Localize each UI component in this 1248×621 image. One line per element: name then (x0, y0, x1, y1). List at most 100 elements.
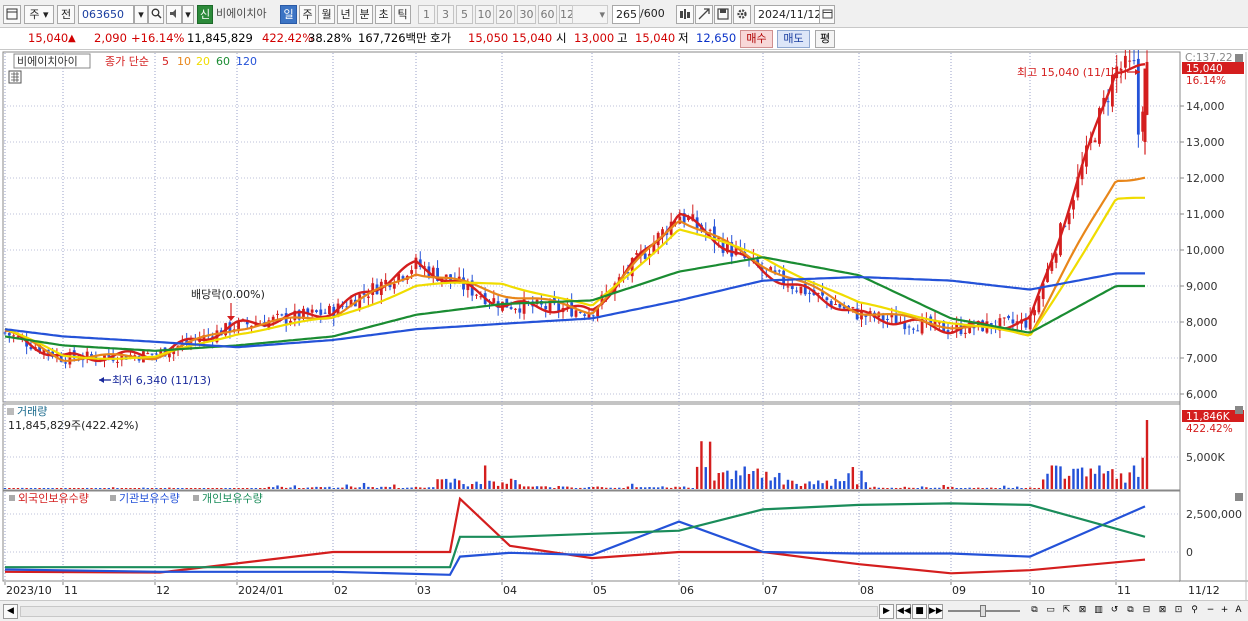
period-2-button[interactable]: 월 (318, 5, 335, 24)
period-0-button[interactable]: 일 (280, 5, 297, 24)
volume-bar (276, 485, 279, 489)
volume-bar (496, 485, 500, 489)
volume-bar (812, 484, 816, 489)
volume-bar (414, 487, 418, 489)
save-icon[interactable] (714, 5, 732, 24)
turnover-value: 38.28% (308, 31, 352, 45)
price-close-icon[interactable] (1235, 54, 1243, 62)
interval-5-button[interactable]: 5 (456, 5, 473, 24)
cascade-icon[interactable]: ⧉ (1027, 604, 1042, 619)
candle-body (1132, 60, 1136, 62)
scroll-left-icon[interactable]: ◀ (3, 604, 18, 619)
volume-bar (964, 488, 967, 489)
interval-1-button[interactable]: 1 (418, 5, 435, 24)
volume-bar (665, 487, 669, 489)
period-buttons: 일주월년분초틱 (280, 0, 415, 28)
calendar-icon[interactable] (819, 5, 835, 24)
interval-3-button[interactable]: 3 (437, 5, 454, 24)
gear-icon[interactable] (733, 5, 751, 24)
zoom-search-icon[interactable]: ⚲ (1187, 604, 1202, 619)
period-6-button[interactable]: 틱 (394, 5, 411, 24)
count-input[interactable]: 265 (612, 5, 640, 24)
volume-bar (159, 488, 162, 489)
rewind-icon[interactable]: ◀◀ (896, 604, 911, 619)
stock-chart[interactable]: 비에이치아이 종가 단순 5 10 20 60 120 최고 15,040 (11/12… (0, 50, 1248, 600)
period-1-button[interactable]: 주 (299, 5, 316, 24)
volume-bar (920, 486, 924, 489)
speaker-icon[interactable] (166, 5, 182, 24)
buy-button[interactable]: 매수 (740, 30, 773, 48)
period-4-button[interactable]: 분 (356, 5, 373, 24)
volume-bar (185, 488, 188, 489)
reset-icon[interactable]: ↺ (1107, 604, 1122, 619)
link-icon[interactable]: ⊠ (1155, 604, 1170, 619)
volume-bar (613, 487, 617, 489)
volume-bar (1076, 468, 1079, 489)
volume-bar (198, 488, 201, 489)
zoom-window-icon[interactable]: ▭ (1043, 604, 1058, 619)
ma-legend-60: 60 (216, 55, 230, 68)
period-5-button[interactable]: 초 (375, 5, 392, 24)
sell-button[interactable]: 매도 (777, 30, 810, 48)
volume-bar (341, 487, 344, 489)
scroll-track[interactable] (20, 606, 878, 617)
stop-icon[interactable]: ■ (912, 604, 927, 619)
play-icon[interactable]: ▶ (879, 604, 894, 619)
volume-bar (985, 487, 989, 489)
date-input[interactable]: 2024/11/12 (754, 5, 820, 24)
x-label: 11 (64, 584, 78, 597)
interval-60-button[interactable]: 60 (538, 5, 557, 24)
interval-custom-select[interactable]: ▾ (572, 5, 608, 24)
bar-chart-icon[interactable]: ▥ (1091, 604, 1106, 619)
dividend-annotation: 배당락(0.00%) (191, 288, 265, 301)
interval-30-button[interactable]: 30 (517, 5, 536, 24)
volume-bar (873, 486, 876, 489)
period-3-button[interactable]: 년 (337, 5, 354, 24)
volume-bar (1145, 420, 1149, 489)
compare-icon[interactable]: ⧉ (1123, 604, 1138, 619)
holdings-y-axis: 2,500,000 0 (1186, 508, 1242, 559)
volume-bar (470, 484, 474, 489)
zoom-out-icon[interactable]: − (1203, 604, 1218, 619)
volume-bar (782, 484, 785, 489)
volume-bar (21, 487, 24, 489)
volume-bar (168, 487, 171, 489)
stock-code-input[interactable]: 063650 (78, 5, 134, 24)
crosshair-icon[interactable]: ⊠ (1075, 604, 1090, 619)
ma-legend: 5 10 20 60 120 (162, 55, 257, 68)
zoom-in-icon[interactable]: + (1217, 604, 1232, 619)
candle-body (834, 304, 837, 306)
expand-icon[interactable]: ⊡ (1171, 604, 1186, 619)
holdings-close-icon[interactable] (1235, 493, 1243, 501)
market-button[interactable]: 전 (57, 5, 75, 24)
speaker-dropdown-icon[interactable]: ▾ (182, 5, 194, 24)
fit-icon[interactable]: ⇱ (1059, 604, 1074, 619)
price-y-tick: 11,000 (1186, 208, 1225, 221)
type-select[interactable]: 주 ▾ (24, 5, 54, 24)
font-size-icon[interactable]: A (1231, 604, 1246, 619)
volume-bar (336, 487, 340, 489)
search-icon[interactable] (148, 5, 164, 24)
volume-bar (669, 487, 673, 489)
volume-bar (894, 487, 898, 489)
credit-badge: 신 (197, 5, 213, 24)
volume-bar (639, 487, 643, 489)
volume-bar (388, 487, 392, 489)
price-y-tick: 13,000 (1186, 136, 1225, 149)
zoom-slider-thumb[interactable] (980, 605, 986, 617)
chart-tools-icon[interactable] (676, 5, 694, 24)
price-y-tick: 14,000 (1186, 100, 1225, 113)
avg-button[interactable]: 평 (815, 30, 835, 48)
volume-bar (250, 488, 253, 489)
drawing-tool-icon[interactable] (695, 5, 713, 24)
fast-forward-icon[interactable]: ▶▶ (928, 604, 943, 619)
code-dropdown-icon[interactable]: ▾ (134, 5, 148, 24)
split-icon[interactable]: ⊟ (1139, 604, 1154, 619)
interval-10-button[interactable]: 10 (475, 5, 494, 24)
candle-body (514, 308, 517, 310)
candle-body (155, 353, 158, 355)
interval-20-button[interactable]: 20 (496, 5, 515, 24)
volume-close-icon[interactable] (1235, 406, 1243, 414)
volume-bar (933, 487, 937, 489)
window-menu-icon[interactable] (3, 5, 21, 24)
